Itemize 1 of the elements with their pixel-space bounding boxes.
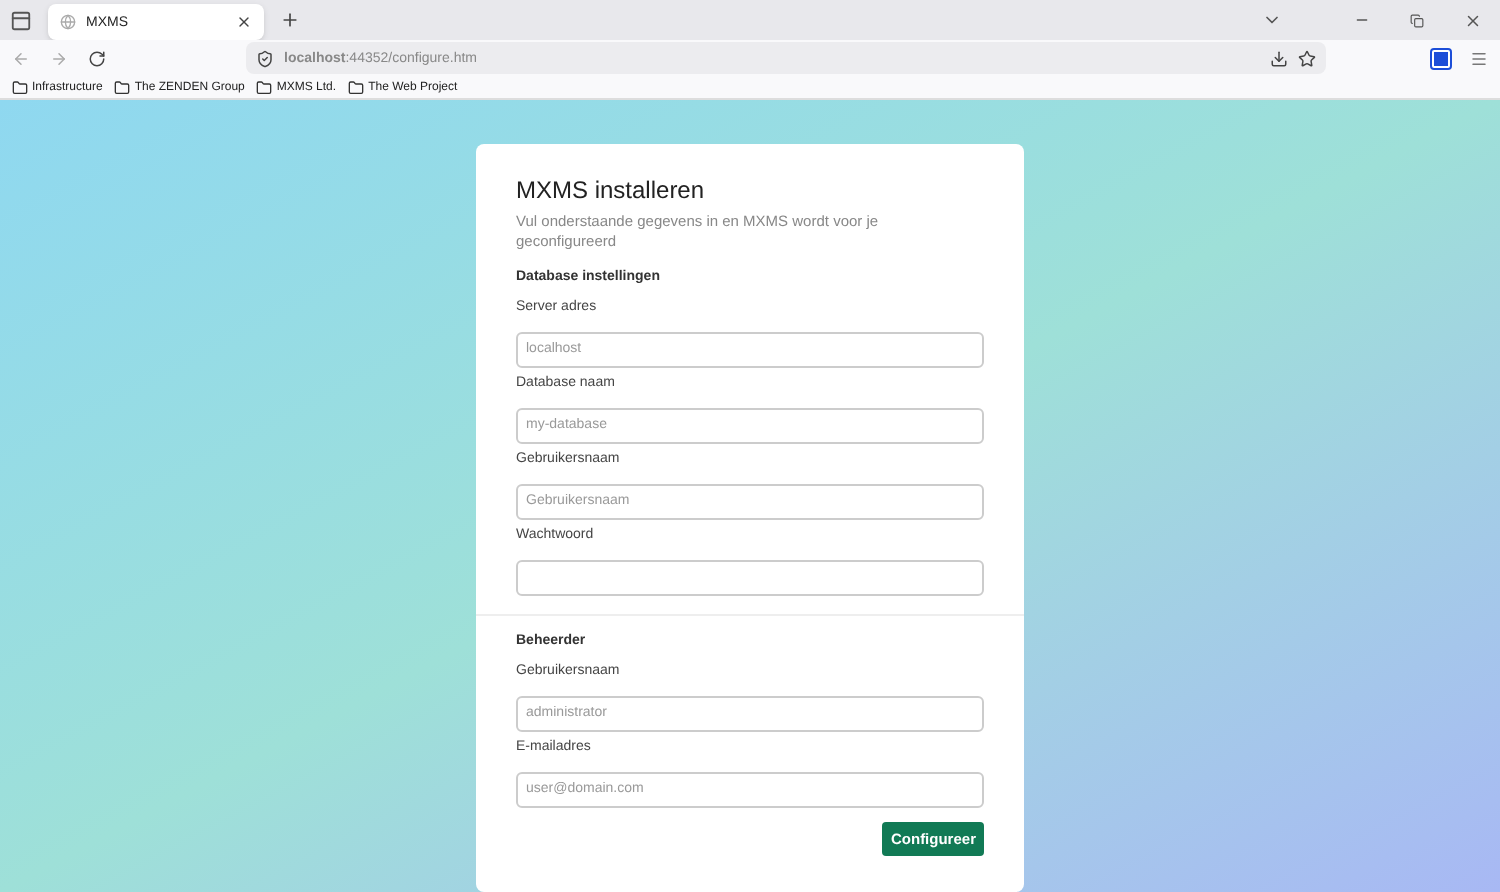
form-title: MXMS installeren: [516, 176, 707, 206]
